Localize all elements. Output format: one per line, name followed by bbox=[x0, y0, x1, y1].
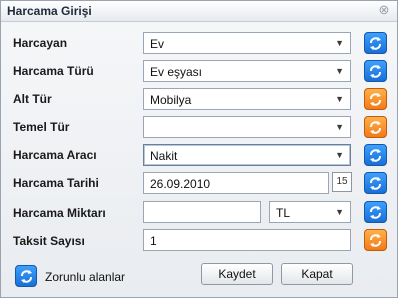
save-button[interactable]: Kaydet bbox=[201, 263, 273, 285]
refresh-button-harcama-turu[interactable] bbox=[364, 60, 387, 82]
harcayan-select[interactable]: Ev ▼ bbox=[143, 32, 351, 54]
refresh-icon bbox=[370, 234, 381, 247]
harcama-turu-value: Ev eşyası bbox=[150, 65, 203, 79]
harcama-turu-select[interactable]: Ev eşyası ▼ bbox=[143, 60, 351, 82]
refresh-icon bbox=[21, 270, 32, 283]
required-fields-label: Zorunlu alanlar bbox=[45, 270, 126, 284]
refresh-button-temel-tur[interactable] bbox=[364, 116, 387, 138]
label-harcayan: Harcayan bbox=[13, 36, 68, 50]
refresh-button-alt-tur[interactable] bbox=[364, 88, 387, 110]
close-icon[interactable]: ⊗ bbox=[377, 3, 391, 17]
refresh-button-harcama-miktari[interactable] bbox=[364, 201, 387, 223]
label-harcama-turu: Harcama Türü bbox=[13, 64, 94, 78]
label-temel-tur: Temel Tür bbox=[13, 120, 70, 134]
harcama-tarihi-value: 26.09.2010 bbox=[150, 177, 211, 191]
refresh-icon bbox=[370, 37, 381, 50]
label-alt-tur: Alt Tür bbox=[13, 92, 52, 106]
temel-tur-select[interactable]: ▼ bbox=[143, 116, 351, 138]
calendar-icon[interactable]: 15 bbox=[332, 172, 352, 192]
alt-tur-select[interactable]: Mobilya ▼ bbox=[143, 88, 351, 110]
chevron-down-icon: ▼ bbox=[335, 150, 344, 160]
chevron-down-icon: ▼ bbox=[335, 207, 344, 217]
chevron-down-icon: ▼ bbox=[335, 122, 344, 132]
refresh-button-taksit-sayisi[interactable] bbox=[364, 229, 387, 251]
refresh-icon bbox=[370, 121, 381, 134]
harcama-tarihi-input[interactable]: 26.09.2010 bbox=[143, 172, 329, 194]
refresh-icon bbox=[370, 93, 381, 106]
close-button[interactable]: Kapat bbox=[281, 263, 353, 285]
taksit-sayisi-value: 1 bbox=[150, 234, 157, 248]
refresh-icon bbox=[370, 177, 381, 190]
harcama-araci-value: Nakit bbox=[150, 149, 178, 163]
refresh-icon bbox=[370, 65, 381, 78]
calendar-day: 15 bbox=[336, 176, 348, 187]
currency-value: TL bbox=[276, 206, 291, 220]
label-harcama-miktari: Harcama Miktarı bbox=[13, 206, 106, 220]
refresh-button-harcama-tarihi[interactable] bbox=[364, 172, 387, 194]
harcama-araci-select[interactable]: Nakit ▼ bbox=[143, 144, 351, 166]
label-harcama-tarihi: Harcama Tarihi bbox=[13, 176, 99, 190]
window-title: Harcama Girişi bbox=[7, 4, 92, 18]
label-taksit-sayisi: Taksit Sayısı bbox=[13, 234, 85, 248]
chevron-down-icon: ▼ bbox=[335, 94, 344, 104]
label-harcama-araci: Harcama Aracı bbox=[13, 148, 97, 162]
refresh-button-harcama-araci[interactable] bbox=[364, 144, 387, 166]
taksit-sayisi-input[interactable]: 1 bbox=[143, 229, 351, 251]
refresh-button-harcayan[interactable] bbox=[364, 32, 387, 54]
refresh-icon bbox=[370, 149, 381, 162]
chevron-down-icon: ▼ bbox=[335, 66, 344, 76]
harcama-miktari-input[interactable] bbox=[143, 201, 261, 223]
dialog-window: Harcama Girişi ⊗ Harcayan Ev ▼ Harcama T… bbox=[0, 0, 398, 298]
alt-tur-value: Mobilya bbox=[150, 93, 192, 107]
title-bar: Harcama Girişi ⊗ bbox=[1, 1, 397, 22]
required-fields-icon bbox=[15, 265, 37, 287]
refresh-icon bbox=[370, 206, 381, 219]
chevron-down-icon: ▼ bbox=[335, 38, 344, 48]
harcayan-value: Ev bbox=[150, 37, 165, 51]
currency-select[interactable]: TL ▼ bbox=[269, 201, 351, 223]
